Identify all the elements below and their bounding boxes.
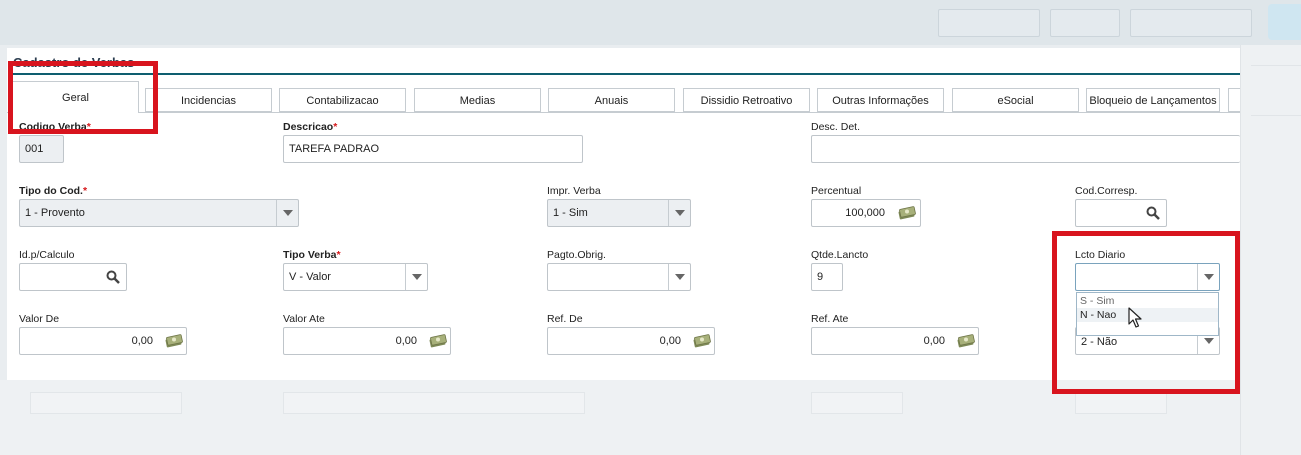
tab-bloqueio-lancamentos[interactable]: Bloqueio de Lançamentos: [1086, 88, 1220, 112]
percentual-label: Percentual: [811, 185, 862, 197]
money-icon[interactable]: [428, 334, 448, 348]
pagto-obrig-label: Pagto.Obrig.: [547, 249, 606, 261]
ref-ate-field[interactable]: 0,00: [811, 327, 979, 355]
money-icon[interactable]: [956, 334, 976, 348]
tab-incidencias[interactable]: Incidencias: [145, 88, 272, 112]
tab-dissidio-retroativo[interactable]: Dissidio Retroativo: [683, 88, 810, 112]
background-accent-button: [1268, 4, 1301, 40]
qtde-lancto-field[interactable]: 9: [811, 263, 843, 291]
tab-esocial[interactable]: eSocial: [952, 88, 1079, 112]
valor-de-field[interactable]: 0,00: [19, 327, 187, 355]
valor-ate-label: Valor Ate: [283, 313, 325, 325]
background-field: [811, 392, 903, 414]
background-button: [938, 9, 1040, 37]
chevron-down-icon[interactable]: [668, 264, 690, 290]
chevron-down-icon[interactable]: [405, 264, 427, 290]
valor-ate-value: 0,00: [395, 335, 417, 347]
background-button: [1130, 9, 1252, 37]
search-icon[interactable]: [106, 270, 120, 284]
id-calculo-field[interactable]: [19, 263, 127, 291]
money-icon[interactable]: [692, 334, 712, 348]
valor-de-label: Valor De: [19, 313, 60, 325]
impr-verba-label: Impr. Verba: [547, 185, 601, 197]
tab-outras-informacoes[interactable]: Outras Informações: [817, 88, 944, 112]
impr-verba-value: 1 - Sim: [553, 207, 588, 219]
chevron-down-icon[interactable]: [668, 200, 690, 226]
tab-anuais[interactable]: Anuais: [548, 88, 675, 112]
tipo-cod-value: 1 - Provento: [25, 207, 85, 219]
valor-ate-field[interactable]: 0,00: [283, 327, 451, 355]
ref-de-label: Ref. De: [547, 313, 583, 325]
background-field: [283, 392, 585, 414]
background-field: [1075, 392, 1167, 414]
background-header: [0, 0, 1301, 45]
qtde-lancto-label: Qtde.Lancto: [811, 249, 869, 261]
tab-contabilizacao[interactable]: Contabilizacao: [279, 88, 406, 112]
tipo-verba-select[interactable]: V - Valor: [283, 263, 428, 291]
codigo-verba-field[interactable]: 001: [19, 135, 64, 163]
highlight-box-geral-tab: [8, 61, 158, 134]
desc-det-label: Desc. Det.: [811, 121, 861, 133]
required-marker: *: [333, 121, 338, 133]
ref-de-value: 0,00: [659, 335, 681, 347]
tipo-cod-select[interactable]: 1 - Provento: [19, 199, 299, 227]
background-divider: [1251, 65, 1301, 66]
tab-overflow[interactable]: [1228, 88, 1240, 112]
tab-medias[interactable]: Medias: [414, 88, 541, 112]
pagto-obrig-select[interactable]: [547, 263, 691, 291]
background-sidebar: [1240, 45, 1301, 455]
background-button: [1050, 9, 1120, 37]
tipo-cod-label: Tipo do Cod.*: [19, 185, 88, 197]
cod-corresp-field[interactable]: [1075, 199, 1167, 227]
chevron-down-icon[interactable]: [276, 200, 298, 226]
ref-ate-value: 0,00: [923, 335, 945, 347]
percentual-value: 100,000: [845, 207, 885, 219]
money-icon[interactable]: [897, 206, 917, 220]
search-icon[interactable]: [1146, 206, 1160, 220]
desc-det-field[interactable]: [811, 135, 1240, 163]
required-marker: *: [336, 249, 341, 261]
descricao-label: Descricao*: [283, 121, 338, 133]
impr-verba-select[interactable]: 1 - Sim: [547, 199, 691, 227]
background-divider: [1251, 115, 1301, 116]
background-field: [30, 392, 182, 414]
id-calculo-label: Id.p/Calculo: [19, 249, 75, 261]
tipo-verba-label: Tipo Verba*: [283, 249, 341, 261]
ref-ate-label: Ref. Ate: [811, 313, 849, 325]
tipo-verba-value: V - Valor: [289, 271, 331, 283]
ref-de-field[interactable]: 0,00: [547, 327, 715, 355]
required-marker: *: [82, 185, 88, 197]
panel-title-rule: [13, 73, 1240, 75]
valor-de-value: 0,00: [131, 335, 153, 347]
cod-corresp-label: Cod.Corresp.: [1075, 185, 1138, 197]
money-icon[interactable]: [164, 334, 184, 348]
highlight-box-lcto-diario: [1052, 231, 1240, 394]
descricao-field[interactable]: TAREFA PADRAO: [283, 135, 583, 163]
